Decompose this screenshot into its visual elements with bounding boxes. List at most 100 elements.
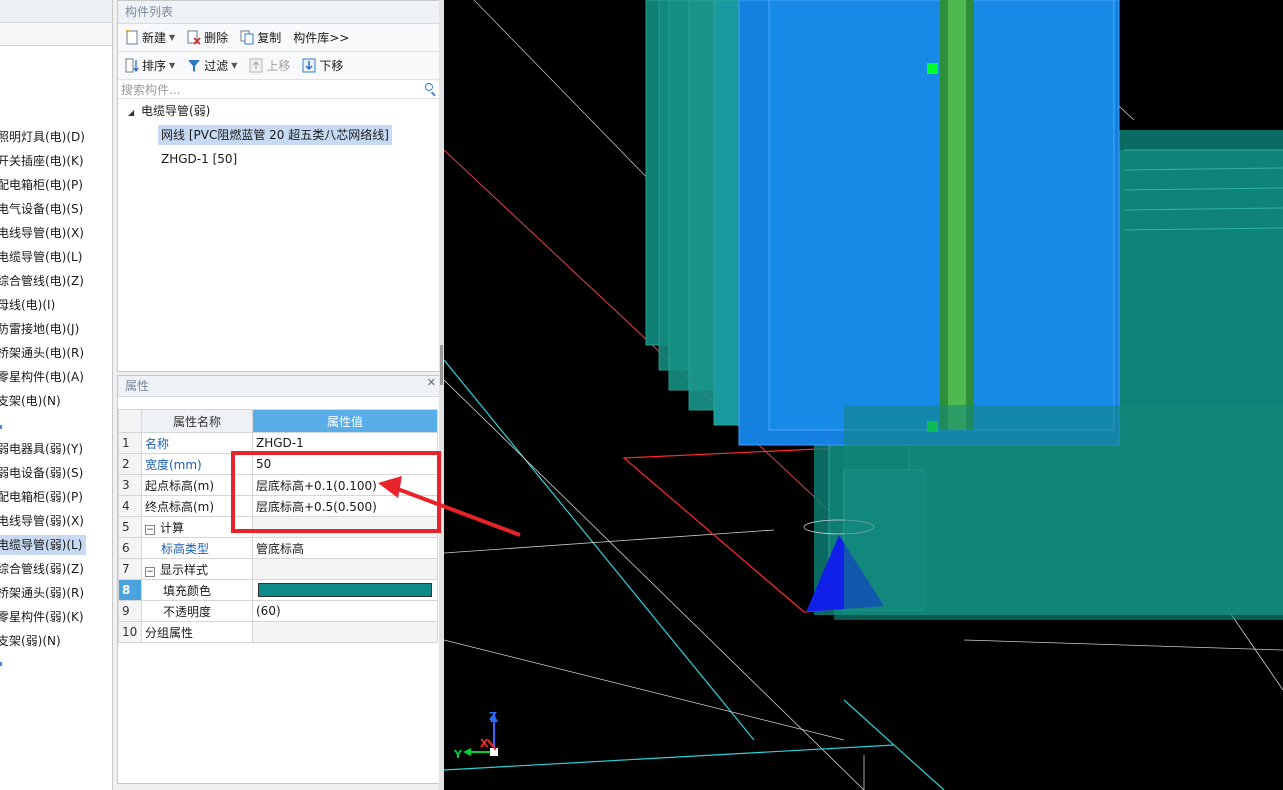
copy-button[interactable]: 复制 [238, 27, 283, 49]
property-name: 计算 [160, 520, 185, 535]
property-value-cell[interactable]: ZHGD-1 [252, 432, 438, 454]
category-item[interactable]: 综合管线(弱)(Z) [0, 559, 84, 579]
category-item[interactable]: 电缆导管(电)(L) [0, 247, 82, 267]
property-row[interactable]: 7− 显示样式 [118, 558, 438, 580]
component-toolbar-secondary: 排序 ▼ 过滤 ▼ 上移 下移 [118, 52, 440, 80]
axis-gizmo: Z Y X [453, 710, 498, 761]
delete-icon [187, 30, 201, 45]
close-icon[interactable]: ✕ [427, 376, 436, 389]
axis-x-label: X [480, 737, 489, 750]
property-row[interactable]: 2 宽度(mm) 50 [118, 453, 438, 475]
category-item[interactable]: 弱电设备(弱)(S) [0, 463, 83, 483]
row-number: 5 [118, 516, 142, 538]
collapse-group-icon[interactable]: − [145, 566, 155, 577]
property-name-cell: 填充颜色 [141, 579, 253, 601]
3d-viewport[interactable]: Z Y X [444, 0, 1283, 790]
property-value-cell[interactable] [252, 579, 438, 601]
property-name-header: 属性名称 [141, 409, 253, 433]
component-list-panel: 构件列表 新建 ▼ 删除 复制 构件库>> 排序 ▼ 过滤 ▼ 上移 下移 搜索… [117, 0, 441, 372]
category-item[interactable]: 母线(电)(I) [0, 295, 55, 315]
property-row[interactable]: 3 起点标高(m) 层底标高+0.1(0.100) [118, 474, 438, 496]
property-value-cell[interactable] [252, 516, 438, 538]
property-row[interactable]: 5− 计算 [118, 516, 438, 538]
group-marker [0, 662, 2, 666]
chevron-down-icon: ▼ [169, 61, 176, 70]
row-number: 8 [118, 579, 142, 601]
new-button[interactable]: 新建 ▼ [123, 27, 177, 49]
property-value-cell[interactable]: 管底标高 [252, 537, 438, 559]
property-value-cell[interactable]: 50 [252, 453, 438, 475]
arrow-up-icon [249, 58, 263, 73]
tree-item-zhgd-1[interactable]: ZHGD-1 [50] [161, 149, 237, 169]
property-name-cell: 分组属性 [141, 621, 253, 643]
new-file-icon [125, 30, 139, 45]
category-item[interactable]: 电气设备(电)(S) [0, 199, 83, 219]
property-row[interactable]: 1 名称 ZHGD-1 [118, 432, 438, 454]
category-item[interactable]: 开关插座(电)(K) [0, 151, 84, 171]
filter-button[interactable]: 过滤 ▼ [185, 55, 239, 77]
property-row[interactable]: 10 分组属性 [118, 621, 438, 643]
category-item[interactable]: 桥架通头(电)(R) [0, 343, 84, 363]
component-library-button[interactable]: 构件库>> [291, 27, 351, 49]
row-number: 6 [118, 537, 142, 559]
category-item[interactable]: 配电箱柜(弱)(P) [0, 487, 83, 507]
property-value-cell[interactable] [252, 558, 438, 580]
scene-line-gray [963, 639, 1283, 651]
category-item[interactable]: 零星构件(弱)(K) [0, 607, 84, 627]
property-name: 起点标高(m) [145, 478, 215, 493]
property-value-header: 属性值 [252, 409, 438, 433]
search-icon[interactable] [425, 83, 433, 91]
component-search[interactable]: 搜索构件... [118, 80, 440, 99]
category-item[interactable]: 零星构件(电)(A) [0, 367, 84, 387]
category-item[interactable]: 支架(电)(N) [0, 391, 61, 411]
splitter-grip[interactable] [440, 345, 443, 385]
collapse-group-icon[interactable]: − [145, 524, 155, 535]
collapse-triangle-icon[interactable]: ◢ [128, 108, 134, 117]
category-item[interactable]: 电线导管(弱)(X) [0, 511, 84, 531]
property-name: 终点标高(m) [145, 499, 215, 514]
sort-button[interactable]: 排序 ▼ [123, 55, 177, 77]
category-item[interactable]: 照明灯具(电)(D) [0, 127, 85, 147]
copy-icon [240, 30, 254, 45]
3d-scene[interactable]: Z Y X [444, 0, 1283, 790]
property-name: 宽度(mm) [145, 457, 202, 472]
tree-item-network-cable[interactable]: 网线 [PVC阻燃蓝管 20 超五类八芯网络线] [158, 125, 392, 145]
property-name: 不透明度 [163, 604, 212, 619]
category-item[interactable]: 桥架通头(弱)(R) [0, 583, 84, 603]
move-up-button[interactable]: 上移 [247, 55, 292, 77]
category-item[interactable]: 配电箱柜(电)(P) [0, 175, 83, 195]
tree-root-node[interactable]: 电缆导管(弱) [141, 101, 210, 121]
row-number: 1 [118, 432, 142, 454]
property-name-cell: 标高类型 [141, 537, 253, 559]
property-value-cell[interactable]: 层底标高+0.5(0.500) [252, 495, 438, 517]
property-value-cell[interactable] [252, 621, 438, 643]
property-name-cell: 宽度(mm) [141, 453, 253, 475]
component-toolbar-primary: 新建 ▼ 删除 复制 构件库>> [118, 24, 440, 52]
property-row[interactable]: 6 标高类型 管底标高 [118, 537, 438, 559]
property-row[interactable]: 4 终点标高(m) 层底标高+0.5(0.500) [118, 495, 438, 517]
move-down-button[interactable]: 下移 [300, 55, 345, 77]
category-item[interactable]: 支架(弱)(N) [0, 631, 61, 651]
delete-button[interactable]: 删除 [185, 27, 230, 49]
category-item[interactable]: 电线导管(电)(X) [0, 223, 84, 243]
category-item[interactable]: 电缆导管(弱)(L) [0, 535, 87, 555]
grip-point[interactable] [927, 63, 938, 74]
properties-rows: 1 名称 ZHGD-1 2 宽度(mm) 50 3 起点标高(m) 层底标高+0.1(0.100… [118, 432, 438, 643]
category-panel: 照明灯具(电)(D) 开关插座(电)(K) 配电箱柜(电)(P) 电气设备(电)(S)… [0, 0, 113, 790]
category-item[interactable]: 弱电器具(弱)(Y) [0, 439, 83, 459]
property-value-cell[interactable]: (60) [252, 600, 438, 622]
sort-button-label: 排序 [142, 59, 167, 73]
category-item[interactable]: 防雷接地(电)(J) [0, 319, 79, 339]
property-row[interactable]: 9 不透明度 (60) [118, 600, 438, 622]
scene-line-gray [444, 529, 775, 554]
fill-color-swatch[interactable] [258, 583, 432, 597]
category-item[interactable]: 综合管线(电)(Z) [0, 271, 84, 291]
property-name: 分组属性 [145, 625, 194, 640]
search-input[interactable]: 搜索构件... [121, 81, 180, 98]
property-name-cell: − 显示样式 [141, 558, 253, 580]
green-pipe-highlight [948, 0, 966, 430]
property-row[interactable]: 8 填充颜色 [118, 579, 438, 601]
move-up-button-label: 上移 [266, 59, 291, 73]
property-value-cell[interactable]: 层底标高+0.1(0.100) [252, 474, 438, 496]
property-name-cell: 不透明度 [141, 600, 253, 622]
